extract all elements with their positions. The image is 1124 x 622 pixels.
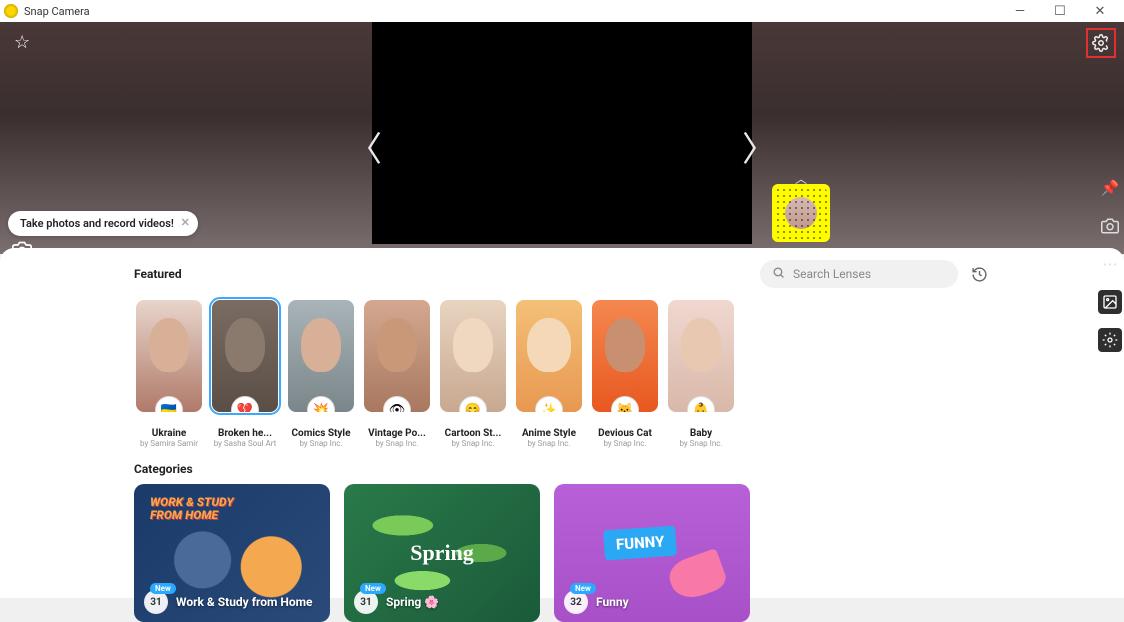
featured-header: Featured Search Lenses (134, 260, 990, 288)
lens-card[interactable]: 💔 Broken he...by Sasha Soul Art (210, 300, 280, 448)
lens-name: Broken he... (212, 428, 278, 439)
lens-author: by Snap Inc. (288, 439, 354, 448)
settings-highlight (1086, 28, 1116, 58)
lens-author: by Snap Inc. (364, 439, 430, 448)
lens-thumbnail: 👁 (364, 300, 430, 412)
rail-camera-icon[interactable] (1098, 214, 1122, 238)
category-label-wrap: New31 Work & Study from Home (144, 590, 312, 614)
search-placeholder: Search Lenses (793, 267, 871, 281)
category-count: New31 (354, 590, 378, 614)
new-badge: New (360, 583, 386, 594)
lens-thumbnail: 😼 (592, 300, 658, 412)
lens-thumbnail: 👶 (668, 300, 734, 412)
lens-thumbnail: ✨ (516, 300, 582, 412)
lens-badge-icon: 😊 (459, 396, 487, 412)
lens-name: Cartoon St... (440, 428, 506, 439)
lens-card[interactable]: ✨ Anime Styleby Snap Inc. (514, 300, 584, 448)
lens-author: by Samira Samir (136, 439, 202, 448)
lens-author: by Snap Inc. (668, 439, 734, 448)
side-toolbar: 📌 ⋯ (1096, 176, 1124, 352)
lens-card[interactable]: 😊 Cartoon St...by Snap Inc. (438, 300, 508, 448)
video-preview (372, 22, 752, 244)
lens-author: by Snap Inc. (516, 439, 582, 448)
window-minimize-button[interactable]: — (1000, 4, 1040, 19)
rail-more-icon[interactable]: ⋯ (1098, 252, 1122, 276)
category-overlay-text: Spring (410, 540, 474, 566)
lens-name: Comics Style (288, 428, 354, 439)
lens-badge-icon: 👶 (687, 396, 715, 412)
snapcode[interactable]: ︿ (772, 184, 830, 242)
category-card[interactable]: Spring New31 Spring 🌸 (344, 484, 540, 622)
rail-pin-icon[interactable]: 📌 (1098, 176, 1122, 200)
categories-title: Categories (134, 462, 990, 476)
lens-name: Vintage Po... (364, 428, 430, 439)
lens-badge-icon: 💔 (231, 396, 259, 412)
search-icon (772, 266, 785, 282)
categories-row: WORK & STUDYFROM HOME New31 Work & Study f… (134, 484, 990, 622)
app-icon (4, 4, 18, 18)
lens-thumbnail: 💥 (288, 300, 354, 412)
category-count: New32 (564, 590, 588, 614)
history-icon[interactable] (968, 263, 990, 285)
window-title: Snap Camera (24, 5, 90, 18)
tooltip-close-icon[interactable]: ✕ (181, 216, 190, 229)
category-label-wrap: New32 Funny (564, 590, 629, 614)
lens-author: by Sasha Soul Art (212, 439, 278, 448)
window-maximize-button[interactable]: ☐ (1040, 4, 1080, 19)
category-label: Work & Study from Home (176, 595, 312, 609)
category-card[interactable]: New32 Funny (554, 484, 750, 622)
favorite-star-icon[interactable]: ☆ (14, 32, 30, 53)
window-close-button[interactable]: ✕ (1080, 4, 1120, 19)
category-card[interactable]: WORK & STUDYFROM HOME New31 Work & Study f… (134, 484, 330, 622)
lens-badge-icon: 😼 (611, 396, 639, 412)
lens-author: by Snap Inc. (592, 439, 658, 448)
camera-preview-area: ☆ 〈 〉 ︿ Take photos and record videos! ✕ (0, 22, 1124, 254)
lens-thumbnail: 🇺🇦 (136, 300, 202, 412)
lens-badge-icon: 🇺🇦 (155, 396, 183, 412)
lens-thumbnail: 💔 (212, 300, 278, 412)
lens-author: by Snap Inc. (440, 439, 506, 448)
lens-badge-icon: 💥 (307, 396, 335, 412)
lens-card[interactable]: 👶 Babyby Snap Inc. (666, 300, 736, 448)
category-count: New31 (144, 590, 168, 614)
category-overlay-text: WORK & STUDYFROM HOME (150, 496, 234, 522)
lens-card[interactable]: 😼 Devious Catby Snap Inc. (590, 300, 660, 448)
window-titlebar: Snap Camera — ☐ ✕ (0, 0, 1124, 22)
lens-name: Anime Style (516, 428, 582, 439)
category-label-wrap: New31 Spring 🌸 (354, 590, 439, 614)
lens-browser-panel: Featured Search Lenses 🇺🇦 Ukraineby Samir… (0, 248, 1124, 598)
new-badge: New (570, 583, 596, 594)
new-badge: New (150, 583, 176, 594)
lens-name: Devious Cat (592, 428, 658, 439)
rail-settings-icon[interactable] (1098, 328, 1122, 352)
category-label: Spring 🌸 (386, 595, 439, 609)
featured-title: Featured (134, 267, 182, 281)
lens-card[interactable]: 👁 Vintage Po...by Snap Inc. (362, 300, 432, 448)
lens-badge-icon: ✨ (535, 396, 563, 412)
tooltip-text: Take photos and record videos! (20, 217, 174, 230)
chevron-up-icon: ︿ (772, 170, 830, 187)
lens-name: Ukraine (136, 428, 202, 439)
next-lens-arrow-icon[interactable]: 〉 (742, 122, 776, 171)
category-label: Funny (596, 595, 629, 609)
prev-lens-arrow-icon[interactable]: 〈 (348, 122, 382, 171)
featured-lens-row: 🇺🇦Ukraineby Samira Samir💔Broken he...by … (134, 300, 990, 448)
lens-badge-icon: 👁 (383, 396, 411, 412)
search-input[interactable]: Search Lenses (760, 260, 958, 288)
capture-tooltip: Take photos and record videos! ✕ (8, 211, 198, 236)
rail-gallery-icon[interactable] (1098, 290, 1122, 314)
settings-gear-icon[interactable] (1090, 32, 1112, 54)
lens-thumbnail: 😊 (440, 300, 506, 412)
lens-card[interactable]: 🇺🇦 Ukraineby Samira Samir (134, 300, 204, 448)
lens-name: Baby (668, 428, 734, 439)
lens-card[interactable]: 💥 Comics Styleby Snap Inc. (286, 300, 356, 448)
